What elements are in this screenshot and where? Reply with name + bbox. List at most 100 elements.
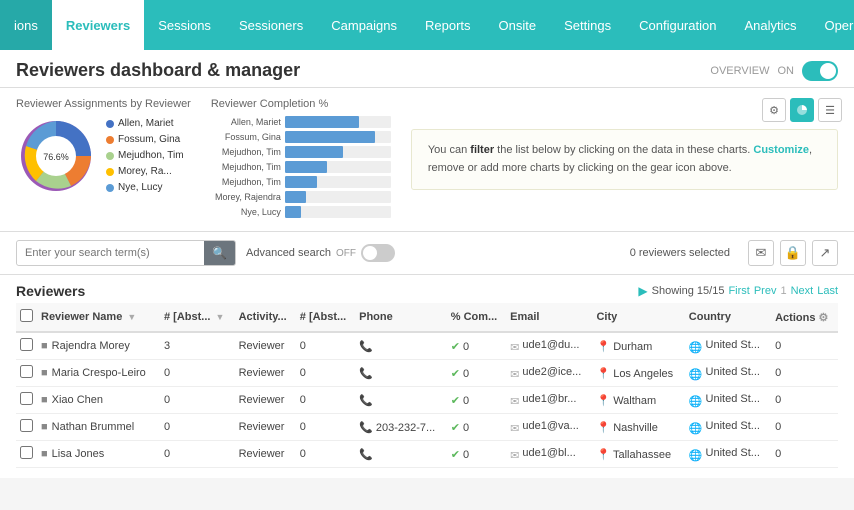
col-country[interactable]: Country: [685, 303, 771, 332]
col-city[interactable]: City: [592, 303, 684, 332]
nav-item-settings[interactable]: Settings: [550, 0, 625, 50]
location-icon: 📍: [596, 368, 610, 380]
customize-link[interactable]: Customize: [753, 144, 809, 156]
col-actions[interactable]: Actions ⚙: [771, 303, 838, 332]
pie-legend: Allen, Mariet Fossum, Gina Mejudhon, Tim…: [106, 116, 184, 196]
table-row: ■ Nathan Brummel 0 Reviewer 0 📞 203-232-…: [16, 414, 838, 441]
nav-item-configuration[interactable]: Configuration: [625, 0, 730, 50]
col-completion[interactable]: % Com...: [447, 303, 506, 332]
row-country: 🌐 United St...: [685, 332, 771, 360]
col-abst2[interactable]: # [Abst...: [296, 303, 355, 332]
page-title: Reviewers dashboard & manager: [16, 60, 300, 81]
row-phone: 📞: [355, 332, 447, 360]
nav-item-reviewers[interactable]: Reviewers: [52, 0, 144, 50]
pie-chart-title: Reviewer Assignments by Reviewer: [16, 98, 191, 110]
nav-item-sessioners[interactable]: Sessioners: [225, 0, 317, 50]
chart-ctrl-pie[interactable]: [790, 98, 814, 122]
search-button[interactable]: 🔍: [204, 241, 235, 265]
email-action-icon[interactable]: ✉: [748, 240, 774, 266]
row-checkbox-cell[interactable]: [16, 387, 37, 414]
row-checkbox-cell[interactable]: [16, 441, 37, 468]
row-city: 📍 Tallahassee: [592, 441, 684, 468]
row-abst1: 0: [160, 360, 235, 387]
nav-item-sessions[interactable]: Sessions: [144, 0, 225, 50]
prev-page[interactable]: Prev: [754, 285, 777, 297]
row-checkbox-cell[interactable]: [16, 332, 37, 360]
row-email: ✉ ude1@bl...: [506, 441, 592, 468]
bar-row-2: Fossum, Gina: [211, 131, 391, 143]
pagination: ▶ Showing 15/15 First Prev 1 Next Last: [638, 284, 838, 298]
legend-item-5: Nye, Lucy: [106, 180, 184, 196]
row-abst2: 0: [296, 332, 355, 360]
selected-count: 0 reviewers selected: [630, 247, 730, 259]
actions-gear-icon[interactable]: ⚙: [819, 312, 829, 324]
row-checkbox-0[interactable]: [20, 338, 33, 351]
bar-row-6: Morey, Rajendra: [211, 191, 391, 203]
row-checkbox-4[interactable]: [20, 446, 33, 459]
bar-row-5: Mejudhon, Tim: [211, 176, 391, 188]
advanced-search-toggle[interactable]: [361, 244, 395, 262]
row-checkbox-cell[interactable]: [16, 414, 37, 441]
col-abst1[interactable]: # [Abst... ▼: [160, 303, 235, 332]
row-name: ■ Nathan Brummel: [37, 414, 160, 441]
table-row: ■ Rajendra Morey 3 Reviewer 0 📞 ✔ 0 ✉ ud…: [16, 332, 838, 360]
nav-item-analytics[interactable]: Analytics: [730, 0, 810, 50]
row-checkbox-1[interactable]: [20, 365, 33, 378]
sort-icon-name: ▼: [127, 312, 136, 322]
legend-item-1: Allen, Mariet: [106, 116, 184, 132]
globe-icon: 🌐: [689, 396, 703, 408]
location-icon: 📍: [596, 395, 610, 407]
row-country: 🌐 United St...: [685, 387, 771, 414]
lock-action-icon[interactable]: 🔒: [780, 240, 806, 266]
row-country: 🌐 United St...: [685, 360, 771, 387]
chart-controls: ⚙ ☰: [762, 98, 842, 122]
user-icon: ■: [41, 394, 48, 406]
bar-chart-title: Reviewer Completion %: [211, 98, 391, 110]
user-icon: ■: [41, 421, 48, 433]
overview-toggle-switch[interactable]: [802, 61, 838, 81]
select-all-header[interactable]: [16, 303, 37, 332]
row-abst2: 0: [296, 360, 355, 387]
chart-ctrl-list[interactable]: ☰: [818, 98, 842, 122]
row-checkbox-cell[interactable]: [16, 360, 37, 387]
col-phone[interactable]: Phone: [355, 303, 447, 332]
legend-dot-5: [106, 184, 114, 192]
first-page[interactable]: First: [728, 285, 749, 297]
info-box: You can filter the list below by clickin…: [411, 129, 838, 190]
nav-item-onsite[interactable]: Onsite: [485, 0, 551, 50]
row-abst2: 0: [296, 441, 355, 468]
row-activity: Reviewer: [235, 414, 296, 441]
pie-chart-block: Reviewer Assignments by Reviewer 76.6%: [16, 98, 191, 196]
row-phone: 📞: [355, 360, 447, 387]
next-page[interactable]: Next: [791, 285, 814, 297]
chart-ctrl-gear[interactable]: ⚙: [762, 98, 786, 122]
select-all-checkbox[interactable]: [20, 309, 33, 322]
col-reviewer-name[interactable]: Reviewer Name ▼: [37, 303, 160, 332]
table-row: ■ Maria Crespo-Leiro 0 Reviewer 0 📞 ✔ 0 …: [16, 360, 838, 387]
col-activity[interactable]: Activity...: [235, 303, 296, 332]
nav-item-operation[interactable]: Operation: [810, 0, 854, 50]
export-action-icon[interactable]: ↗: [812, 240, 838, 266]
charts-section: Reviewer Assignments by Reviewer 76.6%: [0, 88, 854, 232]
nav-item-campaigns[interactable]: Campaigns: [317, 0, 411, 50]
col-email[interactable]: Email: [506, 303, 592, 332]
check-icon: ✔: [451, 395, 460, 407]
table-section: Reviewers ▶ Showing 15/15 First Prev 1 N…: [0, 275, 854, 478]
filter-label: filter: [470, 144, 494, 156]
row-name: ■ Lisa Jones: [37, 441, 160, 468]
user-icon: ■: [41, 448, 48, 460]
row-checkbox-3[interactable]: [20, 419, 33, 432]
nav-item-reports[interactable]: Reports: [411, 0, 485, 50]
table-row: ■ Lisa Jones 0 Reviewer 0 📞 ✔ 0 ✉ ude1@b…: [16, 441, 838, 468]
email-icon: ✉: [510, 369, 519, 381]
search-input[interactable]: [17, 242, 204, 264]
row-country: 🌐 United St...: [685, 414, 771, 441]
last-page[interactable]: Last: [817, 285, 838, 297]
row-city: 📍 Nashville: [592, 414, 684, 441]
legend-dot-3: [106, 152, 114, 160]
overview-on-label: ON: [778, 65, 795, 77]
row-abst1: 3: [160, 332, 235, 360]
row-checkbox-2[interactable]: [20, 392, 33, 405]
nav-item-ions[interactable]: ions: [0, 0, 52, 50]
reviewers-table: Reviewer Name ▼ # [Abst... ▼ Activity...…: [16, 303, 838, 468]
